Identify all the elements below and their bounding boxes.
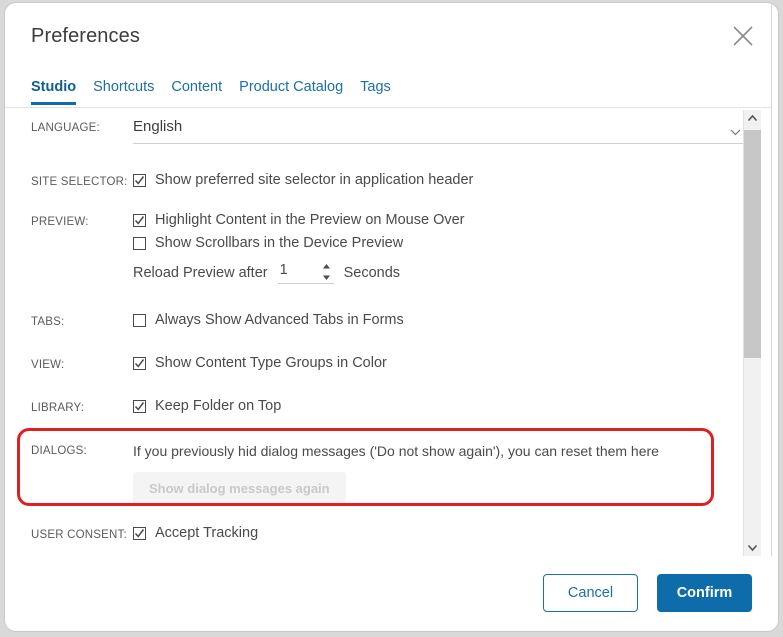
cancel-button[interactable]: Cancel: [543, 574, 638, 612]
chevron-down-icon[interactable]: [744, 539, 761, 556]
row-label-dialogs: DIALOGS:: [31, 445, 87, 457]
tab-content[interactable]: Content: [171, 79, 222, 105]
checkbox-checked-icon: [133, 213, 146, 227]
row-label-user-consent: USER CONSENT:: [31, 529, 127, 541]
checkbox-label-show-scrollbars: Show Scrollbars in the Device Preview: [155, 235, 404, 251]
row-label-language: LANGUAGE:: [31, 122, 100, 134]
stepper-arrows-icon[interactable]: [322, 263, 331, 281]
confirm-button[interactable]: Confirm: [657, 574, 752, 612]
row-label-site-selector: SITE SELECTOR:: [31, 176, 128, 188]
reload-seconds-stepper[interactable]: 1: [277, 262, 334, 284]
checkbox-checked-icon: [133, 399, 146, 413]
checkbox-label-site-selector: Show preferred site selector in applicat…: [155, 172, 474, 188]
settings-scroll-area: LANGUAGE: English SITE SELECTOR: Show pr…: [5, 108, 750, 556]
checkbox-advanced-tabs[interactable]: Always Show Advanced Tabs in Forms: [133, 312, 744, 328]
chevron-down-icon: [730, 123, 741, 141]
checkbox-highlight-content[interactable]: Highlight Content in the Preview on Mous…: [133, 212, 744, 228]
row-label-library: LIBRARY:: [31, 402, 85, 414]
dialogs-note: If you previously hid dialog messages ('…: [133, 443, 659, 459]
chevron-up-icon[interactable]: [744, 110, 761, 127]
checkbox-label-advanced-tabs: Always Show Advanced Tabs in Forms: [155, 312, 404, 328]
checkbox-label-content-type-groups: Show Content Type Groups in Color: [155, 355, 387, 371]
row-label-tabs: TABS:: [31, 316, 65, 328]
checkbox-label-accept-tracking: Accept Tracking: [155, 525, 259, 541]
checkbox-content-type-groups[interactable]: Show Content Type Groups in Color: [133, 355, 744, 371]
checkbox-unchecked-icon: [133, 313, 146, 327]
dialog-footer: Cancel Confirm: [5, 556, 778, 631]
language-select[interactable]: English: [133, 118, 743, 144]
checkbox-accept-tracking[interactable]: Accept Tracking: [133, 525, 744, 541]
vertical-scrollbar[interactable]: [743, 110, 761, 556]
reload-seconds-value: 1: [279, 262, 288, 278]
checkbox-show-scrollbars[interactable]: Show Scrollbars in the Device Preview: [133, 235, 744, 251]
reload-preview-prefix: Reload Preview after: [133, 265, 268, 281]
checkbox-site-selector[interactable]: Show preferred site selector in applicat…: [133, 172, 744, 188]
content-edge: [771, 3, 778, 556]
checkbox-checked-icon: [133, 173, 146, 187]
checkbox-label-highlight-content: Highlight Content in the Preview on Mous…: [155, 212, 465, 228]
reload-preview-suffix: Seconds: [343, 265, 401, 281]
show-dialog-messages-again-button[interactable]: Show dialog messages again: [133, 472, 346, 505]
language-select-value: English: [133, 118, 183, 135]
tab-bar: Studio Shortcuts Content Product Catalog…: [31, 79, 391, 105]
preferences-dialog: Preferences Studio Shortcuts Content Pro…: [4, 2, 779, 632]
tab-studio[interactable]: Studio: [31, 79, 77, 105]
tab-product-catalog[interactable]: Product Catalog: [239, 79, 343, 105]
checkbox-checked-icon: [133, 356, 146, 370]
row-label-view: VIEW:: [31, 359, 65, 371]
close-icon[interactable]: [726, 19, 760, 53]
checkbox-keep-folder-on-top[interactable]: Keep Folder on Top: [133, 398, 744, 414]
page-title: Preferences: [31, 25, 140, 47]
reload-preview-control: Reload Preview after 1 Seconds: [133, 262, 744, 284]
tab-tags[interactable]: Tags: [360, 79, 391, 105]
scrollbar-thumb[interactable]: [744, 130, 761, 358]
row-label-preview: PREVIEW:: [31, 216, 89, 228]
checkbox-checked-icon: [133, 526, 146, 540]
checkbox-label-keep-folder-on-top: Keep Folder on Top: [155, 398, 282, 414]
tab-shortcuts[interactable]: Shortcuts: [93, 79, 154, 105]
checkbox-unchecked-icon: [133, 236, 146, 250]
